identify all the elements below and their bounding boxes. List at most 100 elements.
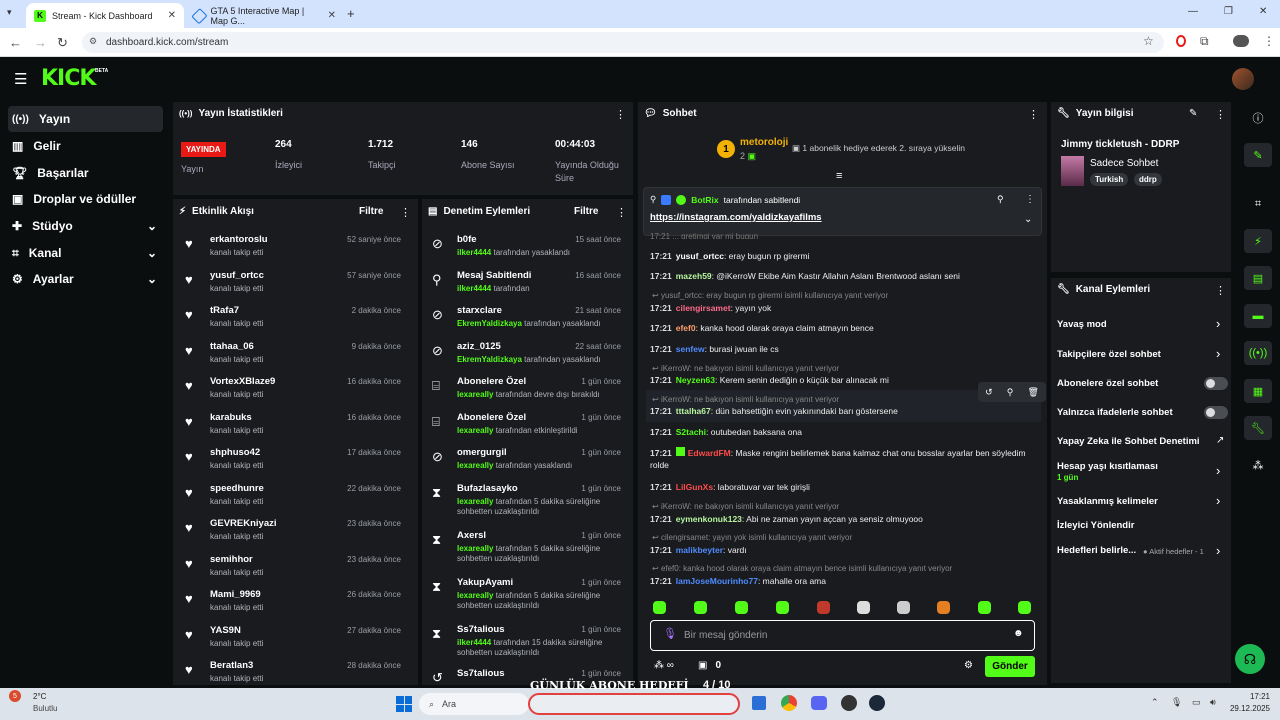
chat-message[interactable]: 17:21 S2tachi: outubedan baksana ona — [650, 426, 1040, 438]
bookmark-star-icon[interactable]: ☆ — [1143, 34, 1154, 48]
app-icon[interactable] — [752, 696, 766, 710]
chat-message[interactable]: 17:21 cilengirsamet: yayın yok — [650, 302, 1040, 314]
discord-icon[interactable] — [811, 696, 827, 710]
chat-message[interactable]: 17:21 yusuf_ortcc: eray bugun rp girermi — [650, 250, 1040, 262]
emote-icon[interactable] — [694, 601, 707, 614]
menu-kebab-icon[interactable]: ⋮ — [1263, 34, 1275, 48]
broadcast-icon[interactable]: ((•)) — [1244, 341, 1272, 365]
maximize-icon[interactable]: ❐ — [1224, 6, 1233, 17]
list-item[interactable]: ♥ yusuf_ortcc kanalı takip etti 57 saniye ö… — [179, 267, 411, 303]
chat-message[interactable]: 17:21 EdwardFM: Maske rengini belirlemek … — [650, 447, 1040, 471]
moderation-menu-icon[interactable]: ⋮ — [616, 206, 627, 219]
chevron-right-icon[interactable]: › — [1216, 346, 1220, 361]
sidebar-item-gelir[interactable]: ▥ Gelir — [8, 133, 163, 159]
list-item[interactable]: ♥ karabuks kanalı takip etti 16 dakika önce — [179, 409, 411, 445]
list-item[interactable]: ♥ Mami_9969 kanalı takip etti 26 dakika önc… — [179, 586, 411, 622]
emote-icon[interactable] — [857, 601, 870, 614]
list-item[interactable]: ⊘ aziz_0125 EkremYaldizkaya tarafından yas… — [426, 338, 631, 374]
pin-icon[interactable]: ⚲ — [1007, 387, 1014, 398]
sidebar-item-basarilar[interactable]: 🏆︎ Başarılar — [8, 160, 163, 186]
sidebar-item-droplar[interactable]: ▣ Droplar ve ödüller — [8, 186, 163, 212]
tag-chip[interactable]: Turkish — [1090, 173, 1129, 186]
list-item[interactable]: ♥ erkantoroslu kanalı takip etti 52 saniye … — [179, 231, 411, 267]
chat-message[interactable]: 17:21 tttalha67: dün bahsettiğin evin yak… — [650, 405, 1040, 417]
profile-icon[interactable] — [1233, 35, 1249, 47]
list-item[interactable]: ♥ YAS9N kanalı takip etti 27 dakika önce — [179, 622, 411, 658]
list-item[interactable]: ⌸ Abonelere Özel lexareally tarafından etk… — [426, 409, 631, 445]
list-item[interactable]: ♥ shphuso42 kanalı takip etti 17 dakika önc… — [179, 444, 411, 480]
chevron-right-icon[interactable]: › — [1216, 543, 1220, 558]
list-item[interactable]: ♥ speedhunre kanalı takip etti 22 dakika ön… — [179, 480, 411, 516]
close-window-icon[interactable]: ✕ — [1259, 6, 1267, 17]
sidebar-item-kanal[interactable]: ⌗ Kanal ⌄ — [8, 240, 163, 266]
chat-message[interactable]: 17:21 LilGunXs: laboratuvar var tek giriş… — [650, 481, 1040, 493]
category-name[interactable]: Sadece Sohbet — [1090, 158, 1158, 169]
temperature[interactable]: 2°C — [33, 692, 46, 701]
microphone-icon[interactable]: 🎙︎ — [1171, 697, 1182, 708]
volume-icon[interactable]: 🔊︎ — [1210, 697, 1216, 708]
leader-name[interactable]: metoroloji — [740, 137, 788, 148]
emote-icon[interactable] — [978, 601, 991, 614]
pinned-link[interactable]: https://instagram.com/yaldizkayafilms — [650, 212, 822, 223]
list-item[interactable]: ⚲ Mesaj Sabitlendi ilker4444 tarafından 16 … — [426, 267, 631, 303]
chevron-right-icon[interactable]: › — [1216, 463, 1220, 478]
close-tab-icon[interactable]: ✕ — [168, 10, 176, 21]
list-item[interactable]: ⌸ Abonelere Özel lexareally tarafından dev… — [426, 373, 631, 409]
steam-icon[interactable] — [869, 695, 885, 711]
tab-gta-map[interactable]: GTA 5 Interactive Map | Map G... ✕ — [186, 3, 344, 28]
chrome-icon[interactable] — [781, 695, 797, 711]
document-icon[interactable]: ▤ — [1244, 266, 1272, 290]
emote-icon[interactable] — [653, 601, 666, 614]
chat-message[interactable]: 17:21 eymenkonuk123: Abi ne zaman yayın a… — [650, 513, 1040, 525]
app-icon[interactable] — [841, 695, 857, 711]
info-menu-icon[interactable]: ⋮ — [1215, 108, 1226, 121]
list-item[interactable]: ♥ semihhor kanalı takip etti 23 dakika önce — [179, 551, 411, 587]
hamburger-menu-icon[interactable]: ☰ — [14, 70, 27, 88]
list-item[interactable]: ♥ VortexXBlaze9 kanalı takip etti 16 dakika… — [179, 373, 411, 409]
tab-search-icon[interactable]: ▾ — [7, 7, 12, 18]
chevron-right-icon[interactable]: › — [1216, 316, 1220, 331]
category-thumbnail[interactable] — [1061, 156, 1084, 186]
site-info-icon[interactable]: ⚙ — [89, 36, 97, 47]
chat-bubble-icon[interactable]: ▬ — [1244, 304, 1272, 328]
stats-menu-icon[interactable]: ⋮ — [615, 108, 626, 121]
action-account-age[interactable]: Hesap yaşı kısıtlaması — [1057, 461, 1158, 472]
windows-start-icon[interactable] — [396, 696, 412, 712]
tab-kick-dashboard[interactable]: K Stream - Kick Dashboard ✕ — [26, 3, 184, 28]
chat-message[interactable]: 17:21 malikbeyter: vardı — [650, 544, 1040, 556]
close-tab-icon[interactable]: ✕ — [328, 10, 336, 21]
lightning-icon[interactable]: ⚡︎ — [1244, 229, 1272, 253]
emote-icon[interactable] — [937, 601, 950, 614]
user-avatar[interactable] — [1232, 68, 1254, 90]
taskbar-search[interactable]: ⌕ Ara — [419, 693, 529, 715]
action-set-goals[interactable]: Hedefleri belirle... — [1057, 545, 1136, 556]
emoji-icon[interactable]: ☻ — [1013, 628, 1024, 639]
chat-message[interactable]: 17:21 IamJoseMourinho77: mahalle ora ama — [650, 575, 1040, 587]
list-item[interactable]: ♥ GEVREKniyazi kanalı takip etti 23 dakika … — [179, 515, 411, 551]
opera-extension-icon[interactable] — [1176, 35, 1186, 47]
support-headset-icon[interactable]: ☊ — [1235, 644, 1265, 674]
emote-icon[interactable] — [817, 601, 830, 614]
network-icon[interactable]: ▭ — [1192, 697, 1201, 708]
new-tab-icon[interactable]: + — [347, 6, 355, 21]
list-item[interactable]: ⊘ starxclare EkremYaldizkaya tarafından ya… — [426, 302, 631, 338]
minimize-icon[interactable]: — — [1188, 6, 1198, 17]
clock-time[interactable]: 17:21 — [1230, 692, 1270, 701]
screenshot-icon[interactable]: ⌗ — [1244, 192, 1272, 216]
url-field[interactable]: dashboard.kick.com/stream — [82, 32, 1164, 53]
emote-icon[interactable] — [1018, 601, 1031, 614]
chevron-right-icon[interactable]: › — [1216, 493, 1220, 508]
layout-icon[interactable]: ▦ — [1244, 379, 1272, 403]
emote-only-toggle[interactable] — [1204, 406, 1228, 419]
external-link-icon[interactable]: ↗ — [1216, 435, 1224, 446]
reply-icon[interactable]: ↺ — [985, 387, 993, 398]
sidebar-item-ayarlar[interactable]: ⚙ Ayarlar ⌄ — [8, 266, 163, 292]
emote-icon[interactable] — [735, 601, 748, 614]
forward-icon[interactable]: → — [34, 35, 47, 50]
emote-icon[interactable] — [776, 601, 789, 614]
sidebar-item-studyo[interactable]: ✚ Stüdyo ⌄ — [8, 213, 163, 239]
edit-icon[interactable]: ✎ — [1244, 143, 1272, 167]
tag-chip[interactable]: ddrp — [1134, 173, 1162, 186]
pinned-menu-icon[interactable]: ⋮ — [1025, 194, 1035, 205]
sidebar-item-yayin[interactable]: ((•)) Yayın — [8, 106, 163, 132]
